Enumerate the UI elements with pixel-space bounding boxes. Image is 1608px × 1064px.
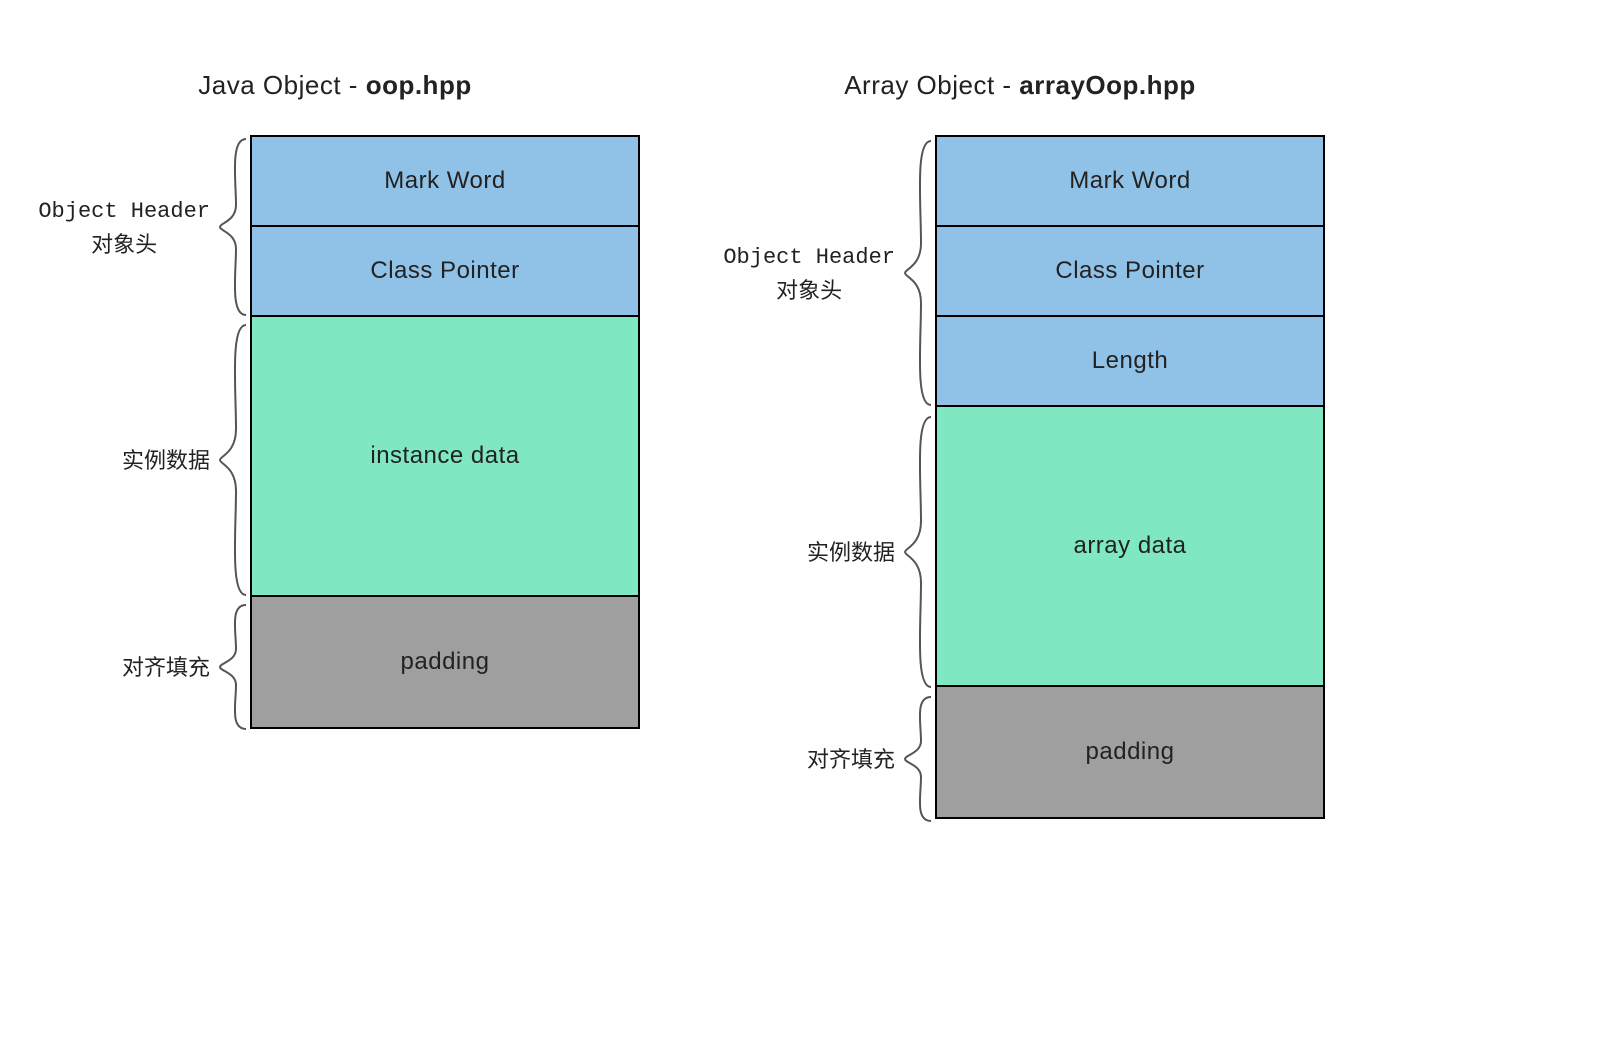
java-object-title: Java Object - oop.hpp (198, 70, 471, 101)
brace-icon (216, 319, 250, 601)
label-en: Object Header (723, 245, 895, 270)
brace-icon (901, 411, 935, 693)
cell-length: Length (937, 317, 1323, 407)
cell-array-data: array data (937, 407, 1323, 687)
label-padding: 对齐填充 (122, 601, 250, 733)
label-padding-text: 对齐填充 (122, 651, 210, 684)
title-file: arrayOop.hpp (1019, 70, 1195, 100)
brace-icon (216, 601, 250, 733)
array-object-title: Array Object - arrayOop.hpp (844, 70, 1196, 101)
array-object-stack-area: Object Header 对象头 实例数据 (715, 135, 1325, 825)
label-padding-text: 对齐填充 (807, 743, 895, 776)
brace-icon (901, 135, 935, 411)
brace-icon (216, 135, 250, 319)
cell-padding: padding (252, 597, 638, 727)
java-object-stack: Mark Word Class Pointer instance data pa… (250, 135, 640, 729)
title-file: oop.hpp (366, 70, 472, 100)
java-object-labels: Object Header 对象头 实例数据 (30, 135, 250, 733)
array-object-column: Array Object - arrayOop.hpp Object Heade… (670, 70, 1370, 825)
array-object-stack: Mark Word Class Pointer Length array dat… (935, 135, 1325, 819)
cell-class-pointer: Class Pointer (937, 227, 1323, 317)
label-instance-data-text: 实例数据 (122, 444, 210, 477)
cell-instance-data: instance data (252, 317, 638, 597)
cell-padding: padding (937, 687, 1323, 817)
label-instance-data: 实例数据 (122, 319, 250, 601)
label-cn: 对象头 (776, 278, 842, 303)
label-object-header: Object Header 对象头 (723, 135, 935, 411)
title-prefix: Array Object - (844, 70, 1019, 100)
label-en: Object Header (38, 199, 210, 224)
label-padding: 对齐填充 (807, 693, 935, 825)
java-object-column: Java Object - oop.hpp Object Header 对象头 (0, 70, 670, 733)
label-array-data: 实例数据 (807, 411, 935, 693)
label-cn: 对象头 (91, 232, 157, 257)
label-object-header-text: Object Header 对象头 (38, 193, 210, 261)
title-prefix: Java Object - (198, 70, 365, 100)
label-object-header: Object Header 对象头 (38, 135, 250, 319)
cell-class-pointer: Class Pointer (252, 227, 638, 317)
java-object-stack-area: Object Header 对象头 实例数据 (30, 135, 640, 733)
memory-layout-diagram: Java Object - oop.hpp Object Header 对象头 (0, 70, 1608, 825)
cell-mark-word: Mark Word (252, 137, 638, 227)
brace-icon (901, 693, 935, 825)
array-object-labels: Object Header 对象头 实例数据 (715, 135, 935, 825)
label-object-header-text: Object Header 对象头 (723, 239, 895, 307)
label-array-data-text: 实例数据 (807, 536, 895, 569)
cell-mark-word: Mark Word (937, 137, 1323, 227)
